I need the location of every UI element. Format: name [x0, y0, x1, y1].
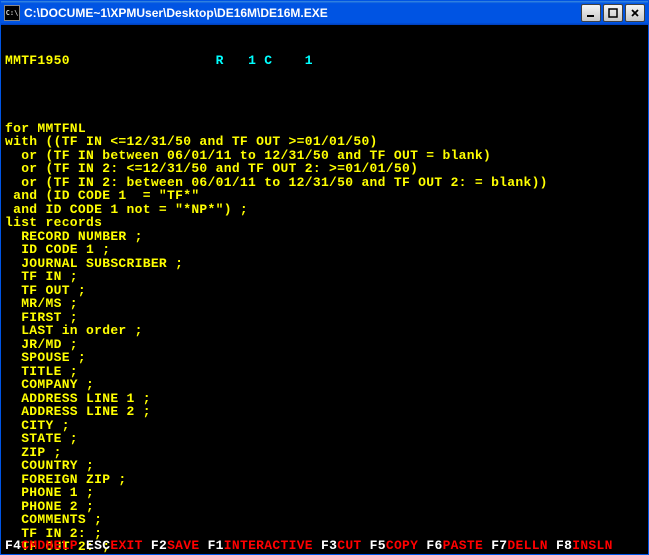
fkey-label: EXIT: [110, 538, 142, 553]
row-value: 1: [248, 53, 256, 68]
code-line: SPOUSE ;: [5, 351, 644, 365]
code-line: with ((TF IN <=12/31/50 and TF OUT >=01/…: [5, 135, 644, 149]
code-line: or (TF IN between 06/01/11 to 12/31/50 a…: [5, 149, 644, 163]
fkey-key[interactable]: F4: [5, 538, 21, 553]
code-line: TITLE ;: [5, 365, 644, 379]
code-line: ZIP ;: [5, 446, 644, 460]
code-line: JR/MD ;: [5, 338, 644, 352]
window-title: C:\DOCUME~1\XPMUser\Desktop\DE16M\DE16M.…: [24, 6, 581, 20]
fkey-label: COPY: [386, 538, 418, 553]
fkey-key[interactable]: F1: [208, 538, 224, 553]
code-line: or (TF IN 2: <=12/31/50 and TF OUT 2: >=…: [5, 162, 644, 176]
fkey-key[interactable]: F5: [370, 538, 386, 553]
code-line: RECORD NUMBER ;: [5, 230, 644, 244]
code-line: [5, 108, 644, 122]
fkey-key[interactable]: F6: [426, 538, 442, 553]
fkey-key[interactable]: F2: [151, 538, 167, 553]
code-line: LAST in order ;: [5, 324, 644, 338]
fkey-label: INTERACTIVE: [224, 538, 313, 553]
window-controls: [581, 4, 645, 22]
maximize-button[interactable]: [603, 4, 623, 22]
cmd-icon: C:\: [4, 5, 20, 21]
code-line: COUNTRY ;: [5, 459, 644, 473]
close-button[interactable]: [625, 4, 645, 22]
code-line: MR/MS ;: [5, 297, 644, 311]
code-line: ID CODE 1 ;: [5, 243, 644, 257]
code-line: and (ID CODE 1 = "TF*": [5, 189, 644, 203]
fkey-key[interactable]: F3: [321, 538, 337, 553]
fkey-label: PASTE: [443, 538, 484, 553]
fkey-label: DELLN: [507, 538, 548, 553]
code-line: FIRST ;: [5, 311, 644, 325]
code-line: TF OUT ;: [5, 284, 644, 298]
code-line: for MMTFNL: [5, 122, 644, 136]
status-name: MMTF1950: [5, 53, 70, 68]
code-line: PHONE 2 ;: [5, 500, 644, 514]
code-line: list records: [5, 216, 644, 230]
code-line: JOURNAL SUBSCRIBER ;: [5, 257, 644, 271]
code-line: or (TF IN 2: between 06/01/11 to 12/31/5…: [5, 176, 644, 190]
col-value: 1: [305, 53, 313, 68]
fkey-key[interactable]: F7: [491, 538, 507, 553]
code-line: CITY ;: [5, 419, 644, 433]
fkey-label: INSLN: [572, 538, 613, 553]
titlebar[interactable]: C:\ C:\DOCUME~1\XPMUser\Desktop\DE16M\DE…: [1, 1, 648, 25]
app-window: C:\ C:\DOCUME~1\XPMUser\Desktop\DE16M\DE…: [0, 0, 649, 555]
fkeys-row: F4CMDHELP ESCEXIT F2SAVE F1INTERACTIVE F…: [5, 539, 644, 553]
fkey-key[interactable]: F8: [556, 538, 572, 553]
code-line: COMMENTS ;: [5, 513, 644, 527]
code-line: ADDRESS LINE 1 ;: [5, 392, 644, 406]
code-line: [5, 95, 644, 109]
code-line: COMPANY ;: [5, 378, 644, 392]
terminal-area[interactable]: MMTF1950 R 1 C 1 for MMTFNLwith ((TF IN …: [1, 25, 648, 554]
status-row: MMTF1950 R 1 C 1: [5, 54, 644, 68]
code-line: and ID CODE 1 not = "*NP*") ;: [5, 203, 644, 217]
row-label: R: [216, 53, 224, 68]
code-body: for MMTFNLwith ((TF IN <=12/31/50 and TF…: [5, 95, 644, 555]
code-line: PHONE 1 ;: [5, 486, 644, 500]
code-line: ADDRESS LINE 2 ;: [5, 405, 644, 419]
code-line: TF IN ;: [5, 270, 644, 284]
fkey-label: CMDHELP: [21, 538, 78, 553]
minimize-button[interactable]: [581, 4, 601, 22]
code-line: COCOUNTRY ;: [5, 554, 644, 555]
code-line: STATE ;: [5, 432, 644, 446]
code-line: FOREIGN ZIP ;: [5, 473, 644, 487]
fkey-key[interactable]: ESC: [86, 538, 110, 553]
fkey-label: CUT: [337, 538, 361, 553]
fkey-label: SAVE: [167, 538, 199, 553]
